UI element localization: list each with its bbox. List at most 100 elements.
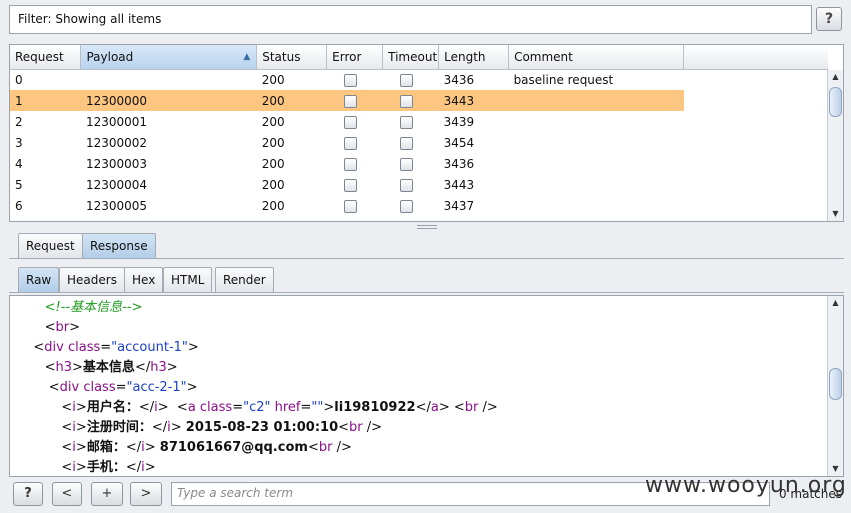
- code-line: <br>: [10, 318, 498, 338]
- cell-comment: [509, 111, 684, 132]
- scroll-down-icon[interactable]: ▼: [828, 207, 843, 221]
- search-add-button[interactable]: +: [91, 482, 123, 506]
- code-token: <: [44, 360, 56, 375]
- cell-payload: 12300003: [85, 156, 148, 171]
- split-pane-handle[interactable]: [417, 225, 437, 229]
- column-header-timeout[interactable]: Timeout: [382, 45, 440, 70]
- tab-raw[interactable]: Raw: [18, 267, 60, 292]
- tab-render[interactable]: Render: [215, 267, 274, 292]
- table-row[interactable]: 1 12300000 200 3443: [10, 90, 684, 111]
- tab-hex[interactable]: Hex: [124, 267, 164, 292]
- results-table-panel: Request Payload ▲ Status Error Timeout L…: [9, 44, 844, 222]
- cell-request: 4: [15, 156, 23, 171]
- table-row[interactable]: 6 12300005 200 3437: [10, 195, 684, 216]
- column-header-request[interactable]: Request: [10, 45, 82, 70]
- timeout-checkbox[interactable]: [399, 178, 413, 192]
- error-checkbox[interactable]: [343, 157, 357, 171]
- cell-timeout: [383, 69, 439, 90]
- table-row[interactable]: 0 200 3436 baseline request: [10, 69, 684, 90]
- cell-request: 6: [15, 198, 23, 213]
- table-scrollbar[interactable]: ▲ ▼: [827, 70, 843, 221]
- table-row[interactable]: 2 12300001 200 3439: [10, 111, 684, 132]
- code-token: "c2": [243, 400, 271, 415]
- error-checkbox[interactable]: [343, 199, 357, 213]
- cell-status: 200: [261, 135, 285, 150]
- code-token: class: [195, 400, 233, 415]
- table-row[interactable]: 5 12300004 200 3443: [10, 174, 684, 195]
- code-token: 871061667@qq.com: [159, 440, 308, 455]
- column-header-error[interactable]: Error: [326, 45, 384, 70]
- code-token: li19810922: [334, 400, 416, 415]
- cell-request: 3: [15, 135, 23, 150]
- code-token: />: [332, 440, 352, 455]
- scroll-up-icon[interactable]: ▲: [828, 296, 843, 310]
- column-header-length[interactable]: Length: [438, 45, 510, 70]
- code-line: <i>用户名：</i> <a class="c2" href="">li1981…: [10, 398, 497, 418]
- timeout-checkbox[interactable]: [399, 136, 413, 150]
- cell-status: 200: [256, 90, 327, 111]
- error-checkbox[interactable]: [343, 73, 357, 87]
- code-token: >: [75, 400, 87, 415]
- tab-response[interactable]: Response: [82, 233, 156, 258]
- error-checkbox[interactable]: [343, 94, 357, 108]
- code-token: div: [44, 340, 64, 355]
- code-token: >: [144, 460, 156, 475]
- code-token: =: [300, 400, 312, 415]
- error-checkbox[interactable]: [343, 178, 357, 192]
- cell-comment: [509, 195, 684, 216]
- timeout-checkbox[interactable]: [399, 94, 413, 108]
- timeout-checkbox[interactable]: [399, 199, 413, 213]
- tab-request[interactable]: Request: [18, 233, 83, 258]
- code-token: </: [151, 420, 168, 435]
- filter-help-button[interactable]: ?: [816, 7, 842, 31]
- cell-request: 5: [15, 177, 23, 192]
- cell-error: [326, 90, 383, 111]
- search-previous-button[interactable]: <: [52, 482, 82, 506]
- viewer-scrollbar[interactable]: ▲ ▼: [827, 296, 843, 476]
- filter-bar[interactable]: Filter: Showing all items: [9, 5, 812, 34]
- cell-request: 2: [15, 114, 23, 129]
- tab-headers[interactable]: Headers: [59, 267, 125, 292]
- code-token: 用户名：: [86, 400, 139, 415]
- code-token: >: [75, 440, 87, 455]
- code-token: >: [72, 360, 83, 375]
- cell-payload: 12300000: [80, 90, 257, 111]
- code-token: h3: [55, 360, 73, 375]
- response-raw-viewer[interactable]: <!--基本信息--> <br> <div class="account-1"> <h…: [9, 295, 844, 477]
- tab-html[interactable]: HTML: [163, 267, 213, 292]
- column-header-comment[interactable]: Comment: [508, 45, 684, 70]
- search-next-button[interactable]: >: [130, 482, 162, 506]
- column-header-status[interactable]: Status: [256, 45, 328, 70]
- error-checkbox[interactable]: [343, 136, 357, 150]
- code-token: 邮箱：: [86, 440, 126, 455]
- column-header-payload[interactable]: Payload ▲: [80, 45, 258, 70]
- error-checkbox[interactable]: [343, 115, 357, 129]
- cell-length: 3443: [438, 90, 509, 111]
- code-token: <: [44, 320, 56, 335]
- cell-length: 3436: [443, 72, 475, 87]
- code-token: br: [349, 420, 363, 435]
- scroll-up-icon[interactable]: ▲: [828, 70, 843, 84]
- code-token: </: [134, 360, 151, 375]
- code-token: "acc-2-1": [126, 380, 187, 395]
- timeout-checkbox[interactable]: [399, 73, 413, 87]
- code-token: > <: [438, 400, 465, 415]
- table-scroll-thumb[interactable]: [829, 87, 842, 117]
- cell-error: [327, 153, 383, 174]
- table-row[interactable]: 4 12300003 200 3436: [10, 153, 684, 174]
- cell-comment: [509, 132, 684, 153]
- timeout-checkbox[interactable]: [399, 115, 413, 129]
- timeout-checkbox[interactable]: [399, 157, 413, 171]
- cell-request: 1: [10, 90, 81, 111]
- viewer-scroll-thumb[interactable]: [829, 368, 842, 400]
- cell-payload: 12300005: [85, 198, 148, 213]
- table-row[interactable]: 3 12300002 200 3454: [10, 132, 684, 153]
- code-token: a: [430, 400, 439, 415]
- results-table-body: 0 200 3436 baseline request 1 12300000 200 3443…: [10, 69, 684, 216]
- code-token: "account-1": [111, 340, 188, 355]
- search-help-button[interactable]: ?: [13, 482, 43, 506]
- code-token: =: [115, 380, 127, 395]
- code-token: =: [100, 340, 112, 355]
- cell-length: 3437: [443, 198, 475, 213]
- column-header-payload-label: Payload: [86, 49, 134, 64]
